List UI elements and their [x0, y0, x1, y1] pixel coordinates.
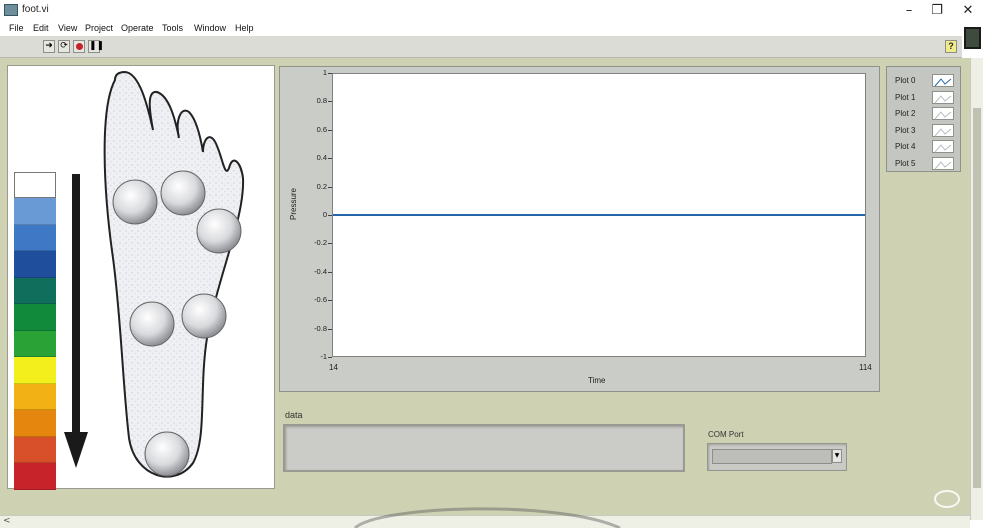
- down-arrow-icon: [64, 174, 88, 468]
- y-tick-label: 0.6: [316, 124, 327, 134]
- y-tick-label: 0.8: [316, 96, 327, 106]
- labview-app-icon: [4, 4, 18, 16]
- x-axis-title: Time: [588, 376, 606, 385]
- scale-color-segment: [14, 224, 56, 251]
- legend-item[interactable]: Plot 1: [895, 90, 957, 106]
- menu-help[interactable]: Help: [235, 23, 254, 33]
- window-title: foot.vi: [22, 4, 49, 15]
- scale-color-segment: [14, 463, 56, 490]
- y-tick-mark: [328, 243, 332, 245]
- foot-outline-image: [103, 70, 245, 478]
- menu-project[interactable]: Project: [85, 23, 113, 33]
- horizontal-scrollbar[interactable]: <: [0, 515, 970, 528]
- y-tick-label: -0.4: [314, 266, 327, 276]
- x-tick-label-max: 114: [859, 363, 872, 372]
- menu-bar: File Edit View Project Operate Tools Win…: [0, 22, 983, 36]
- restore-button[interactable]: ❐: [922, 2, 952, 20]
- legend-label: Plot 5: [895, 158, 916, 168]
- data-indicator: [283, 424, 685, 472]
- scale-color-segment: [14, 304, 56, 331]
- run-arrow-icon[interactable]: ➜: [43, 40, 55, 53]
- y-tick-mark: [328, 158, 332, 160]
- menu-window[interactable]: Window: [194, 23, 226, 33]
- y-tick-mark: [328, 101, 332, 103]
- y-tick-mark: [328, 215, 332, 216]
- scale-color-segment: [14, 383, 56, 410]
- y-tick-mark: [328, 271, 332, 273]
- legend-swatch-icon: [932, 107, 954, 120]
- legend-item[interactable]: Plot 3: [895, 123, 957, 139]
- series-line-plot-0: [333, 214, 865, 216]
- scale-color-segment: [14, 277, 56, 304]
- y-tick-label: 1: [322, 68, 327, 77]
- y-tick-label: -0.6: [314, 295, 327, 305]
- legend-swatch-icon: [932, 156, 954, 170]
- scale-color-segment: [14, 436, 56, 463]
- context-help-button[interactable]: ?: [945, 40, 957, 53]
- pressure-plot-area[interactable]: [332, 73, 866, 357]
- legend-label: Plot 4: [895, 142, 916, 151]
- legend-swatch-icon: [932, 90, 954, 104]
- run-continuously-icon[interactable]: ⟳: [58, 40, 70, 53]
- y-tick-mark: [328, 73, 332, 74]
- plot-legend[interactable]: Plot 0 Plot 1 Plot 2 Plot 3 Plot 4 Plot 5: [886, 66, 961, 172]
- y-tick-label: 0.2: [316, 181, 327, 191]
- scale-color-segment: [14, 357, 56, 384]
- scale-color-segment: [14, 172, 56, 198]
- legend-label: Plot 2: [895, 109, 916, 118]
- close-button[interactable]: ✕: [953, 2, 983, 20]
- data-label: data: [285, 410, 303, 420]
- vi-connector-icon: [964, 27, 981, 49]
- scale-color-segment: [14, 410, 56, 437]
- legend-item[interactable]: Plot 4: [895, 139, 957, 155]
- legend-label: Plot 3: [895, 125, 916, 135]
- menu-edit[interactable]: Edit: [33, 23, 49, 33]
- y-tick-mark: [328, 357, 332, 358]
- legend-swatch-icon: [932, 123, 954, 137]
- legend-item[interactable]: Plot 2: [895, 106, 957, 122]
- y-tick-label: 0.4: [316, 153, 327, 163]
- com-port-value: [712, 449, 832, 464]
- scale-color-segment: [14, 251, 56, 278]
- y-tick-mark: [328, 129, 332, 131]
- legend-swatch-icon: [932, 140, 954, 153]
- y-axis-title: Pressure: [289, 187, 298, 220]
- x-tick-label-min: 14: [329, 363, 338, 372]
- vertical-scrollbar[interactable]: [970, 58, 983, 520]
- y-tick-mark: [328, 328, 332, 330]
- legend-label: Plot 0: [895, 76, 916, 85]
- com-port-select[interactable]: ▼: [707, 443, 847, 471]
- y-tick-label: -1: [320, 352, 327, 361]
- abort-stop-icon[interactable]: [73, 40, 85, 53]
- legend-item[interactable]: Plot 0: [895, 73, 957, 89]
- screencast-logo: [934, 490, 960, 508]
- menu-tools[interactable]: Tools: [162, 23, 183, 33]
- chevron-down-icon[interactable]: ▼: [832, 449, 842, 463]
- window-titlebar: foot.vi – ❐ ✕: [0, 0, 983, 22]
- vertical-scrollbar-thumb[interactable]: [973, 108, 981, 488]
- y-tick-label: -0.2: [314, 238, 327, 248]
- legend-label: Plot 1: [895, 92, 916, 102]
- toolbar: ➜ ⟳ ❚❚ ?: [0, 36, 962, 58]
- com-port-label: COM Port: [708, 430, 744, 439]
- scale-color-segment: [14, 330, 56, 357]
- y-tick-mark: [328, 186, 332, 188]
- pressure-color-scale: [14, 172, 56, 490]
- scale-color-segment: [14, 198, 56, 225]
- legend-item[interactable]: Plot 5: [895, 156, 957, 172]
- menu-view[interactable]: View: [58, 23, 77, 33]
- menu-file[interactable]: File: [9, 23, 24, 33]
- y-tick-label: 0: [322, 210, 327, 219]
- pause-icon[interactable]: ❚❚: [88, 40, 104, 53]
- y-tick-mark: [328, 300, 332, 302]
- y-tick-label: -0.8: [314, 323, 327, 333]
- minimize-button[interactable]: –: [894, 2, 924, 20]
- menu-operate[interactable]: Operate: [121, 23, 154, 33]
- legend-swatch-icon: [932, 74, 954, 87]
